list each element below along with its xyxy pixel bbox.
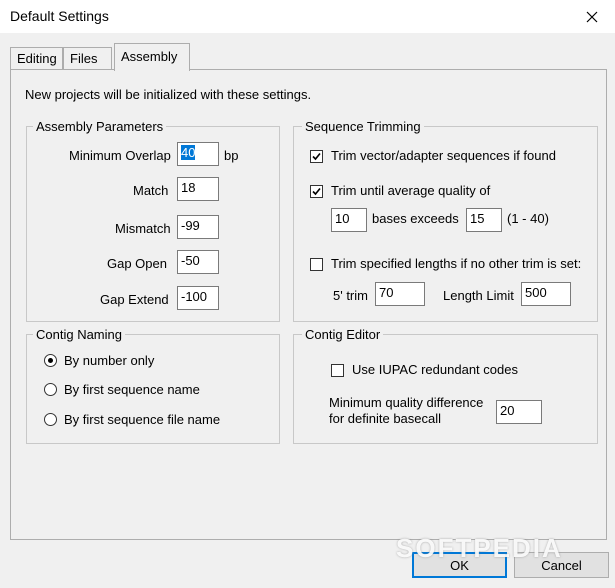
tab-files[interactable]: Files (63, 47, 112, 69)
window-title: Default Settings (10, 8, 109, 24)
trim-lengths-label: Trim specified lengths if no other trim … (331, 256, 582, 271)
min-quality-label-line1: Minimum quality difference (329, 395, 484, 410)
tab-label: Files (70, 51, 98, 66)
naming-by-sequence-name-label: By first sequence name (64, 382, 200, 397)
contig-naming-title: Contig Naming (33, 327, 125, 342)
tab-label: Assembly (121, 49, 178, 64)
contig-editor-title: Contig Editor (302, 327, 384, 342)
trim-vector-checkbox[interactable] (310, 150, 323, 163)
length-limit-label: Length Limit (443, 288, 514, 303)
length-limit-value: 500 (525, 285, 547, 300)
mismatch-label: Mismatch (115, 221, 171, 236)
check-icon (312, 152, 321, 161)
gap-extend-input[interactable]: -100 (177, 286, 219, 310)
tab-label: Editing (17, 51, 57, 66)
match-label: Match (133, 183, 169, 198)
close-icon (586, 11, 598, 22)
assembly-parameters-title: Assembly Parameters (33, 119, 167, 134)
quality-value: 15 (470, 211, 485, 226)
min-quality-input[interactable]: 20 (496, 400, 542, 424)
trim-vector-label: Trim vector/adapter sequences if found (331, 148, 556, 163)
length-limit-input[interactable]: 500 (521, 282, 571, 306)
naming-by-sequence-name-radio[interactable] (44, 383, 57, 396)
five-trim-label: 5' trim (333, 288, 368, 303)
iupac-label: Use IUPAC redundant codes (352, 362, 518, 377)
naming-by-number-label: By number only (64, 353, 155, 368)
match-value: 18 (181, 180, 196, 195)
mismatch-input[interactable]: -99 (177, 215, 219, 239)
five-trim-input[interactable]: 70 (375, 282, 425, 306)
title-bar: Default Settings (0, 0, 615, 33)
gap-extend-value: -100 (181, 289, 208, 304)
mismatch-value: -99 (181, 218, 200, 233)
min-overlap-label: Minimum Overlap (69, 148, 171, 163)
gap-open-input[interactable]: -50 (177, 250, 219, 274)
gap-open-value: -50 (181, 253, 200, 268)
min-quality-value: 20 (500, 403, 515, 418)
min-overlap-value: 40 (181, 145, 196, 160)
five-trim-value: 70 (379, 285, 394, 300)
trim-quality-checkbox[interactable] (310, 185, 323, 198)
tab-assembly[interactable]: Assembly (114, 43, 190, 71)
quality-range-label: (1 - 40) (507, 211, 549, 226)
sequence-trimming-title: Sequence Trimming (302, 119, 424, 134)
gap-open-label: Gap Open (107, 256, 167, 271)
bases-exceeds-label: bases exceeds (372, 211, 459, 226)
naming-by-file-name-radio[interactable] (44, 413, 57, 426)
close-button[interactable] (569, 0, 615, 33)
bases-input[interactable]: 10 (331, 208, 367, 232)
contig-editor-group (293, 334, 598, 444)
bases-value: 10 (335, 211, 350, 226)
naming-by-file-name-label: By first sequence file name (64, 412, 221, 427)
trim-lengths-checkbox[interactable] (310, 258, 323, 271)
gap-extend-label: Gap Extend (100, 292, 169, 307)
trim-quality-label: Trim until average quality of (331, 183, 491, 198)
assembly-tab-panel: New projects will be initialized with th… (10, 69, 607, 540)
min-overlap-unit: bp (224, 148, 239, 163)
quality-input[interactable]: 15 (466, 208, 502, 232)
iupac-checkbox[interactable] (331, 364, 344, 377)
check-icon (312, 187, 321, 196)
tab-editing[interactable]: Editing (10, 47, 63, 69)
min-overlap-input[interactable]: 40 (177, 142, 219, 166)
min-quality-label-line2: for definite basecall (329, 411, 442, 426)
intro-text: New projects will be initialized with th… (25, 87, 312, 102)
watermark: SOFTPEDIA (396, 533, 563, 563)
match-input[interactable]: 18 (177, 177, 219, 201)
naming-by-number-radio[interactable] (44, 354, 57, 367)
